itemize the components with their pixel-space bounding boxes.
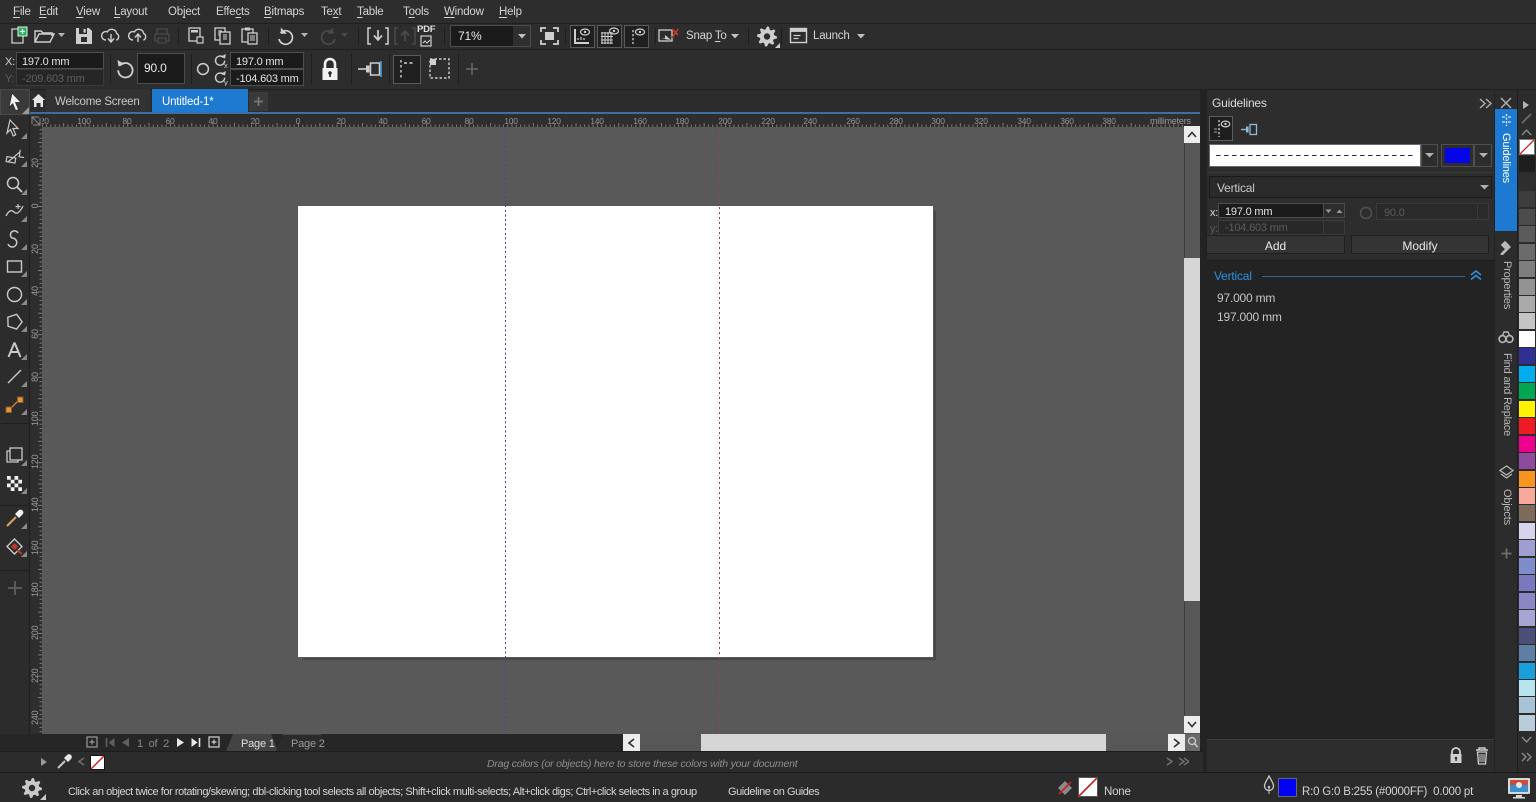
svg-text:x: x: [224, 61, 228, 69]
svg-text:y: y: [224, 78, 228, 86]
